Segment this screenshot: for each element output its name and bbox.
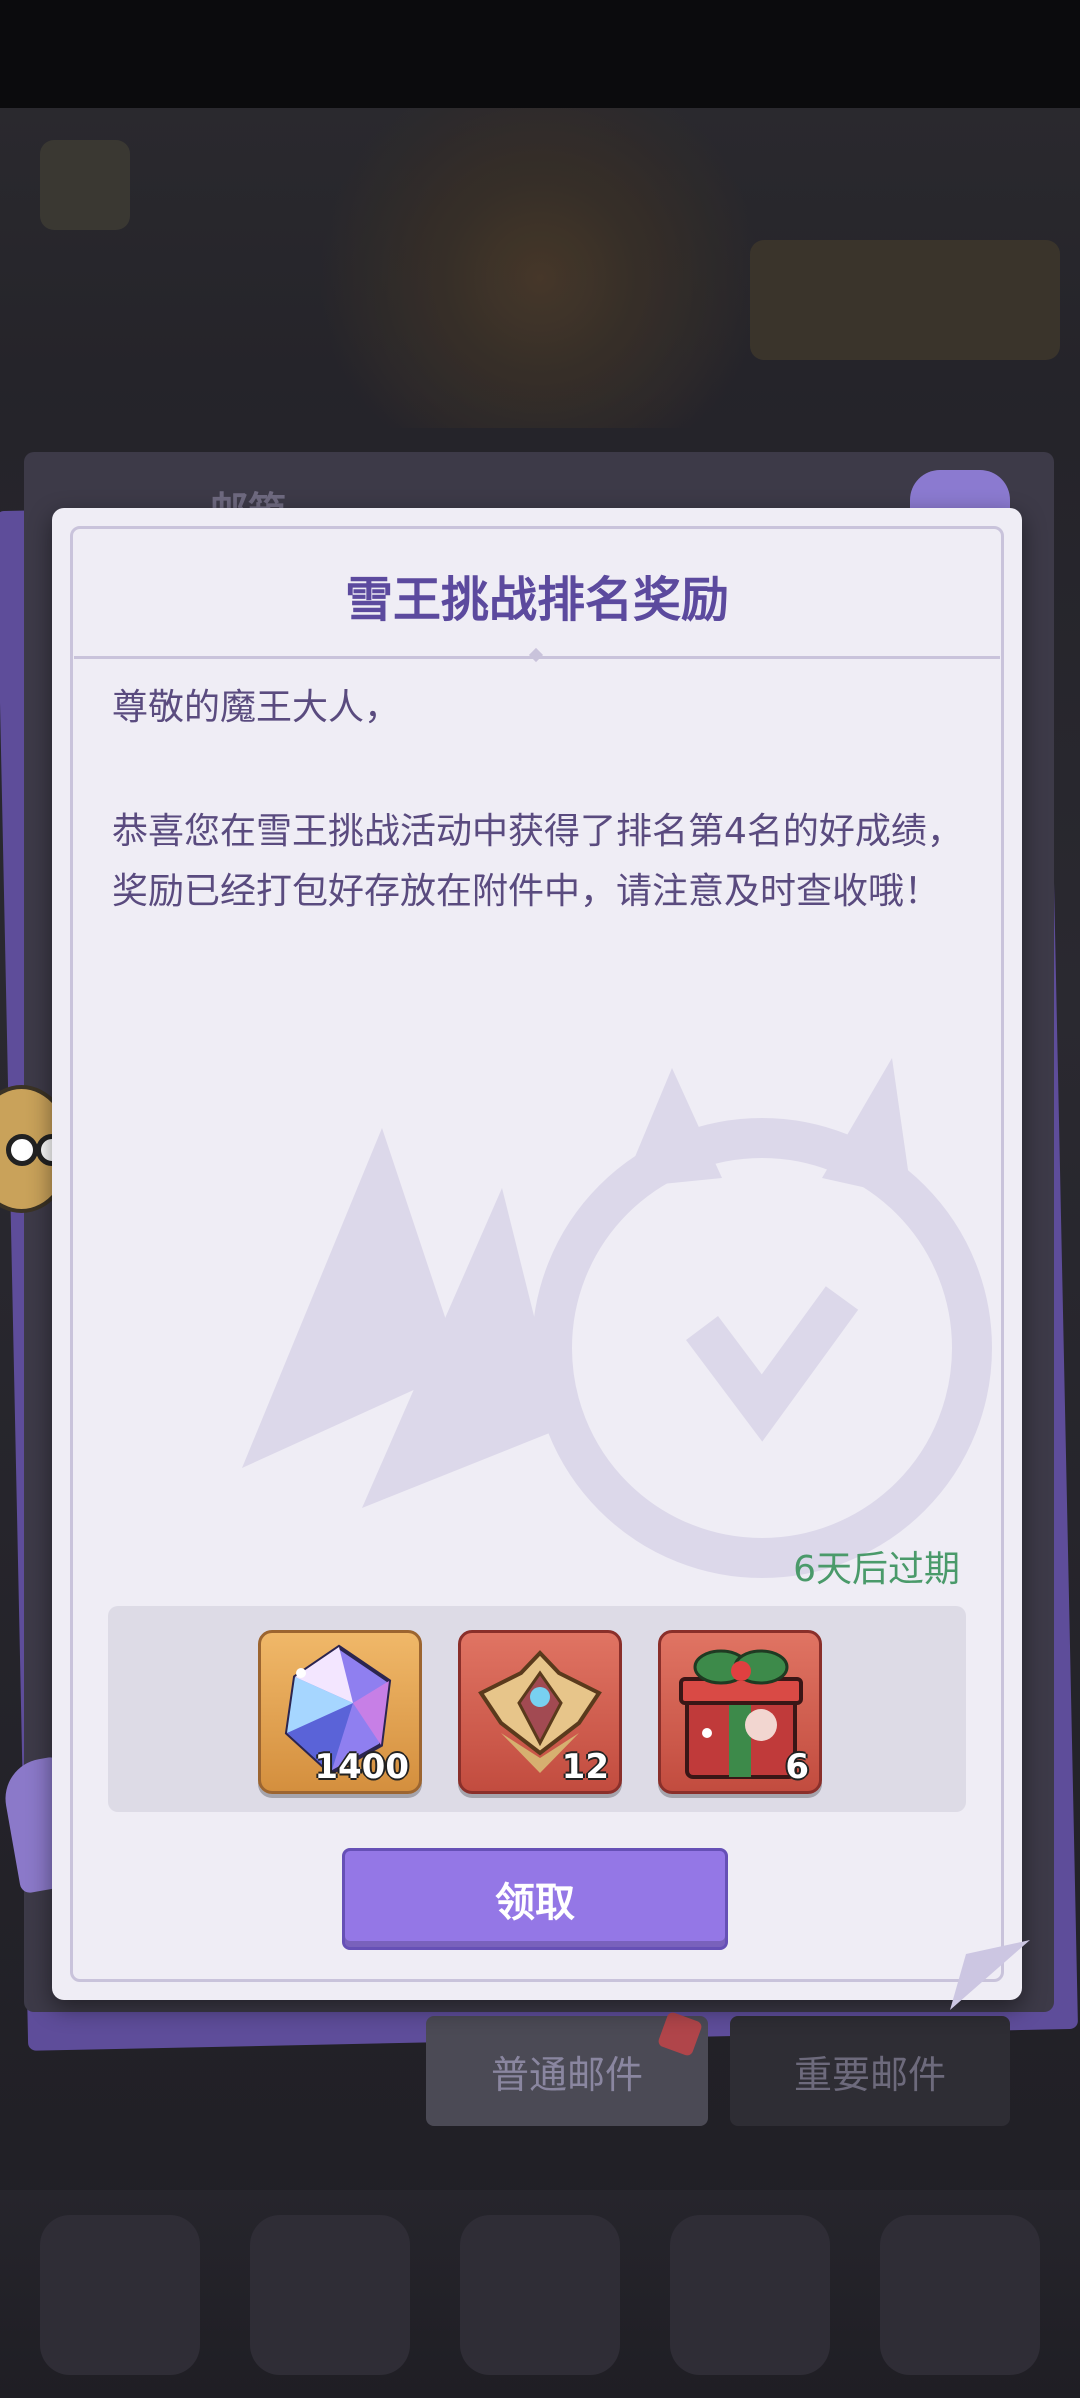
bottom-nav-item[interactable]: [460, 2215, 620, 2375]
mail-body: 尊敬的魔王大人， 恭喜您在雪王挑战活动中获得了排名第4名的好成绩，奖励已经打包好…: [112, 678, 1042, 986]
reward-item[interactable]: 12: [458, 1630, 622, 1794]
claim-button[interactable]: 领取: [342, 1848, 728, 1950]
bottom-nav-item[interactable]: [250, 2215, 410, 2375]
reward-count: 12: [561, 1747, 609, 1787]
bottom-nav-item[interactable]: [880, 2215, 1040, 2375]
reward-item[interactable]: 1400: [258, 1630, 422, 1794]
mail-detail-dialog: 雪王挑战排名奖励 尊敬的魔王大人， 恭喜您在雪王挑战活动中获得了排名第4名的好成…: [52, 508, 1022, 2000]
reward-count: 6: [785, 1747, 809, 1787]
mail-greeting: 尊敬的魔王大人，: [112, 687, 401, 728]
tab-important-mail-label: 重要邮件: [793, 2052, 946, 2097]
bottom-nav-item[interactable]: [40, 2215, 200, 2375]
demon-emblem-watermark-icon: [242, 1058, 992, 1578]
tab-important-mail[interactable]: 重要邮件: [730, 2016, 1010, 2126]
mail-title: 雪王挑战排名奖励: [344, 572, 729, 628]
screen: 邮箱 普通邮件 重要邮件 雪王挑战排名奖励 尊敬的魔王大人， 恭喜您在雪王挑战活…: [0, 0, 1080, 2398]
background-event-card: [750, 240, 1060, 360]
bottom-nav-item[interactable]: [670, 2215, 830, 2375]
tab-normal-mail-label: 普通邮件: [490, 2052, 643, 2097]
background-avatar: [40, 140, 130, 230]
reward-item[interactable]: 6: [658, 1630, 822, 1794]
expiry-text: 6天后过期: [793, 1549, 960, 1590]
reward-count: 1400: [314, 1747, 409, 1787]
mail-message: 恭喜您在雪王挑战活动中获得了排名第4名的好成绩，奖励已经打包好存放在附件中，请注…: [112, 811, 963, 912]
